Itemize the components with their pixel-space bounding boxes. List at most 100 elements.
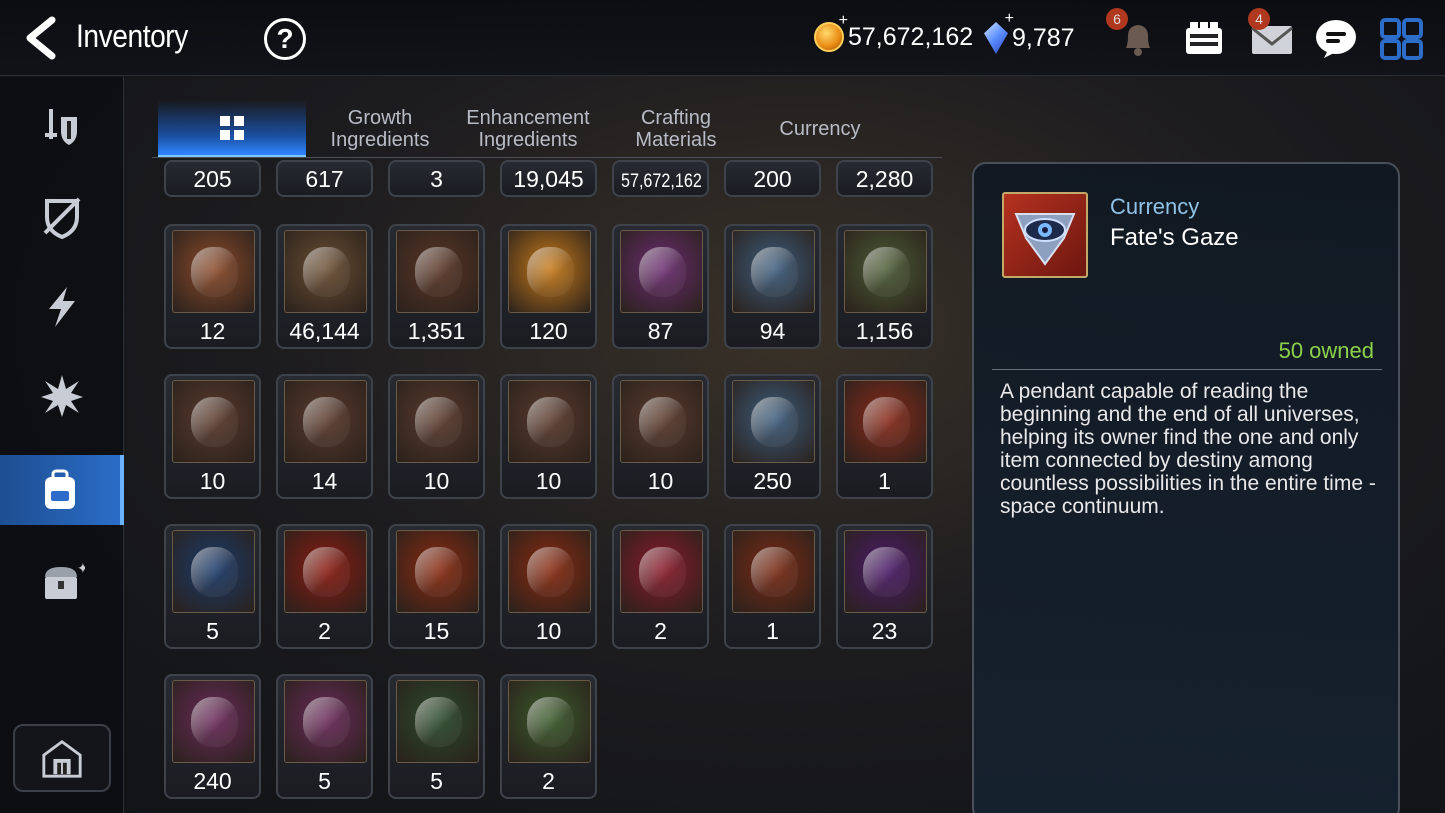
item-slot[interactable]: 1 (724, 524, 821, 649)
item-slot[interactable]: 5 (388, 674, 485, 799)
purple-flower-icon (620, 230, 703, 313)
mail-icon[interactable]: 4 (1248, 8, 1294, 60)
item-slot[interactable]: 3 (388, 160, 485, 197)
sword-shield-icon (45, 109, 77, 145)
tab-label: Crafting Materials (635, 107, 717, 151)
item-slot[interactable]: 205 (164, 160, 261, 197)
item-art (527, 247, 574, 297)
item-slot[interactable]: 5 (276, 674, 373, 799)
back-arrow-icon[interactable] (22, 16, 62, 60)
item-count: 10 (647, 468, 674, 494)
item-slot[interactable]: 46,144 (276, 224, 373, 349)
help-icon[interactable]: ? (264, 18, 306, 60)
item-art (751, 397, 798, 447)
pink-rune-icon (172, 380, 255, 463)
red-bolt-stone-icon (508, 530, 591, 613)
tab-label: Enhancement Ingredients (466, 107, 590, 151)
burst-icon (41, 375, 83, 417)
item-count: 1,351 (407, 318, 466, 344)
item-slot[interactable]: 2 (500, 674, 597, 799)
item-slot[interactable]: 10 (164, 374, 261, 499)
item-art (527, 397, 574, 447)
item-slot[interactable]: 2 (276, 524, 373, 649)
red-rune-icon (284, 380, 367, 463)
item-slot[interactable]: 15 (388, 524, 485, 649)
lightning-icon (49, 287, 75, 327)
item-grid[interactable]: 205 617 3 19,045 57,672,162 200 2,280 12 46,144 1… (164, 160, 936, 813)
item-slot[interactable]: 120 (500, 224, 597, 349)
red-hammer-stone-icon (396, 530, 479, 613)
sidebar-catalysts[interactable] (0, 271, 124, 341)
yellow-rune-icon (508, 380, 591, 463)
storage-button[interactable] (13, 724, 111, 792)
chat-icon[interactable] (1314, 16, 1358, 60)
team-icon[interactable] (1182, 16, 1226, 60)
gem-currency[interactable]: + 9,787 (984, 10, 1075, 54)
item-slot[interactable]: 87 (612, 224, 709, 349)
item-slot[interactable]: 200 (724, 160, 821, 197)
item-slot[interactable]: 2 (612, 524, 709, 649)
item-count: 120 (529, 318, 568, 344)
item-slot[interactable]: 10 (500, 374, 597, 499)
tab-currency[interactable]: Currency (746, 100, 894, 158)
shield-slash-icon (43, 197, 81, 239)
gold-currency[interactable]: + 57,672,162 (814, 12, 973, 52)
item-description: A pendant capable of reading the beginni… (1000, 380, 1376, 518)
pink-potion-icon (620, 530, 703, 613)
sidebar-materials[interactable] (0, 455, 124, 525)
tab-all[interactable] (158, 100, 306, 158)
menu-grid-icon[interactable] (1380, 16, 1424, 60)
item-slot[interactable]: 94 (724, 224, 821, 349)
item-slot[interactable]: 250 (724, 374, 821, 499)
category-tabs: Growth Ingredients Enhancement Ingredien… (158, 100, 942, 158)
item-count: 57,672,162 (620, 171, 702, 192)
item-count: 15 (423, 618, 450, 644)
gold-flower-icon (732, 230, 815, 313)
item-count: 2 (654, 618, 667, 644)
item-slot[interactable]: 1,351 (388, 224, 485, 349)
item-art (191, 697, 238, 747)
sidebar-chests[interactable]: ✦ (0, 547, 124, 617)
item-slot[interactable]: 10 (500, 524, 597, 649)
item-count: 1 (878, 468, 891, 494)
item-slot[interactable]: 19,045 (500, 160, 597, 197)
tab-enhancement-ingredients[interactable]: Enhancement Ingredients (454, 100, 602, 158)
item-slot[interactable]: 10 (612, 374, 709, 499)
item-art (191, 247, 238, 297)
item-slot[interactable]: 617 (276, 160, 373, 197)
notification-bell-icon[interactable]: 6 (1106, 8, 1160, 60)
item-slot[interactable]: 1,156 (836, 224, 933, 349)
chest-icon: ✦ (45, 560, 85, 599)
item-art (191, 397, 238, 447)
item-count: 1 (766, 618, 779, 644)
tab-growth-ingredients[interactable]: Growth Ingredients (306, 100, 454, 158)
item-slot[interactable]: 57,672,162 (612, 160, 709, 197)
item-art (303, 547, 350, 597)
tab-crafting-materials[interactable]: Crafting Materials (602, 100, 750, 158)
item-slot[interactable]: 10 (388, 374, 485, 499)
category-sidebar: ✦ (0, 77, 124, 813)
sidebar-special[interactable] (0, 361, 124, 431)
item-slot[interactable]: 2,280 (836, 160, 933, 197)
item-slot[interactable]: 5 (164, 524, 261, 649)
banner-icon (172, 230, 255, 313)
item-art (415, 247, 462, 297)
item-slot[interactable]: 12 (164, 224, 261, 349)
item-count: 5 (206, 618, 219, 644)
top-bar: Inventory ? + 57,672,162 + 9,787 6 4 (0, 0, 1445, 76)
item-slot[interactable]: 14 (276, 374, 373, 499)
warehouse-icon (42, 739, 82, 778)
item-slot[interactable]: 240 (164, 674, 261, 799)
item-art (751, 247, 798, 297)
item-count: 10 (535, 618, 562, 644)
sidebar-equipment[interactable] (0, 91, 124, 161)
item-slot[interactable]: 23 (836, 524, 933, 649)
item-art (303, 697, 350, 747)
sidebar-artifacts[interactable] (0, 181, 124, 251)
backpack-icon (45, 469, 75, 509)
item-slot[interactable]: 1 (836, 374, 933, 499)
item-art (639, 247, 686, 297)
item-count: 3 (430, 166, 443, 192)
item-count: 10 (423, 468, 450, 494)
item-count: 94 (759, 318, 786, 344)
